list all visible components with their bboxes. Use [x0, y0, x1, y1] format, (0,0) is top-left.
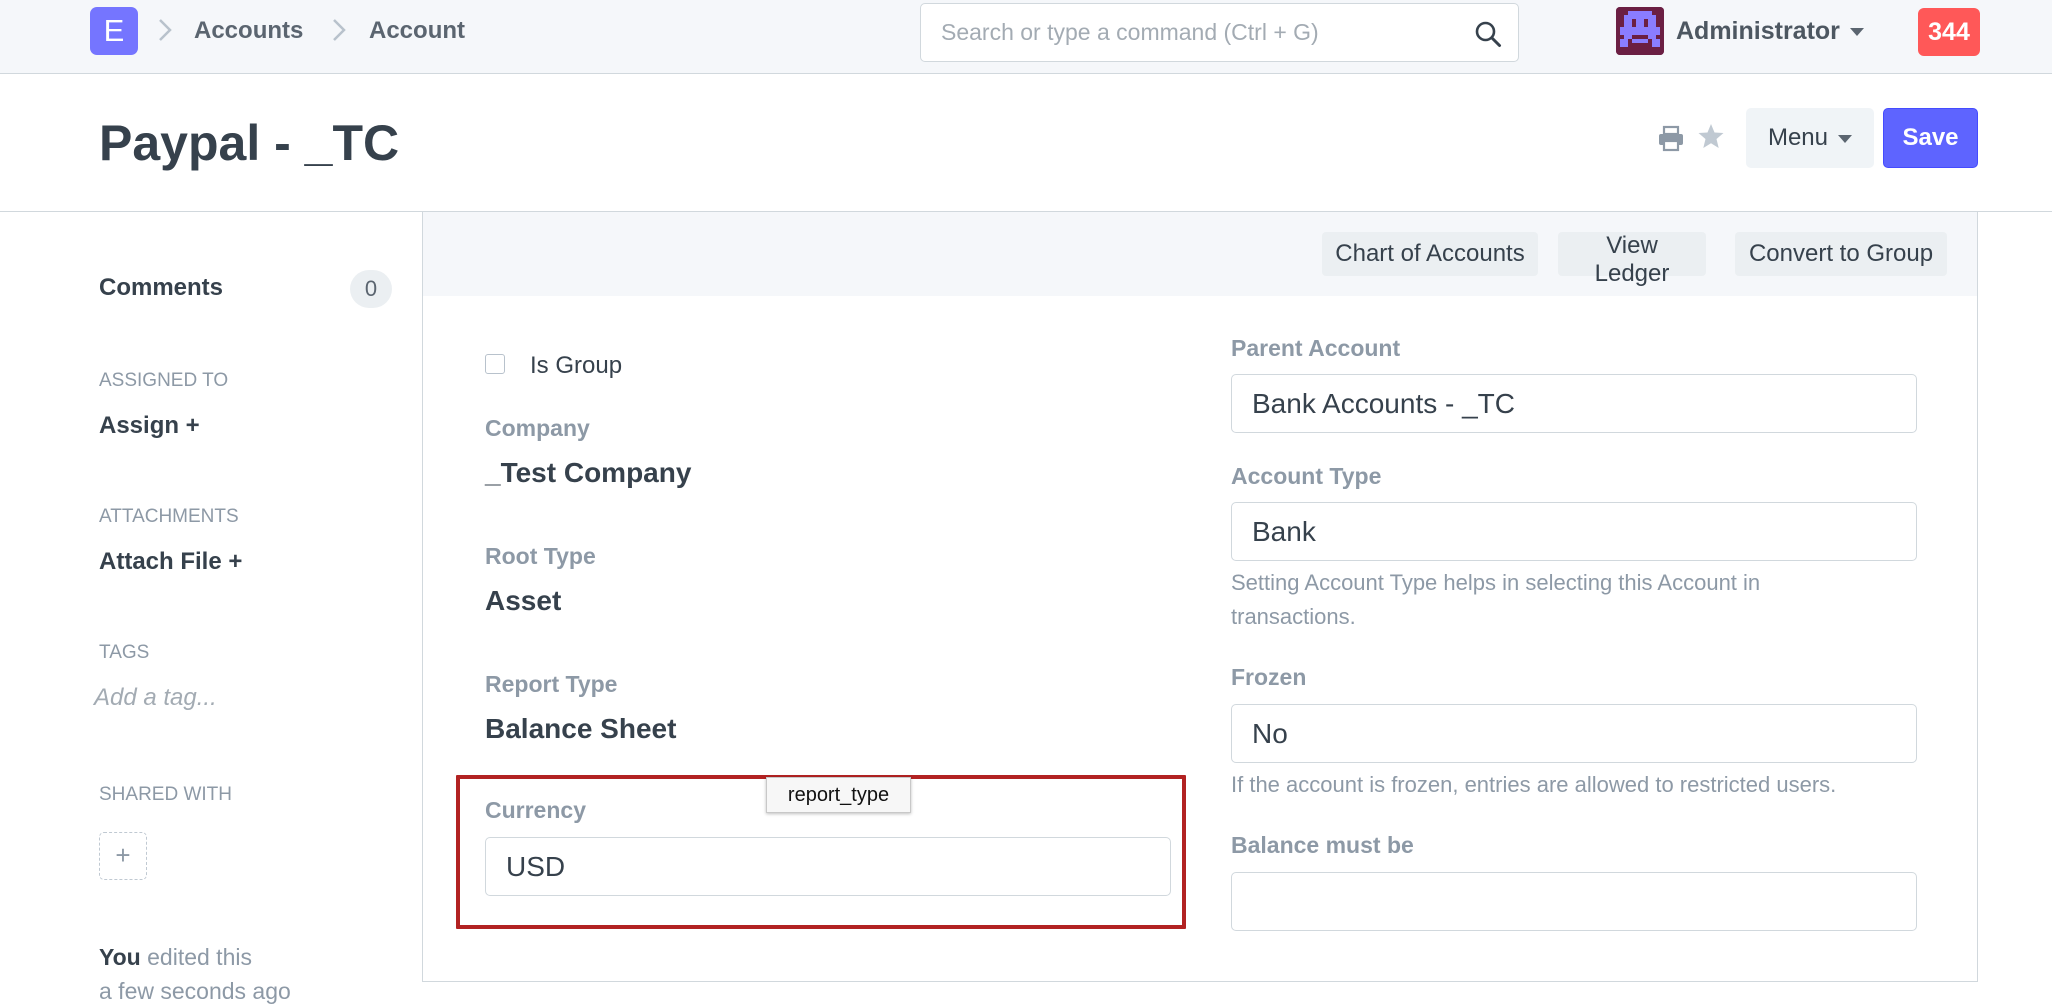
user-name: Administrator — [1676, 17, 1840, 45]
frozen-help: If the account is frozen, entries are al… — [1231, 772, 1837, 797]
breadcrumb-account[interactable]: Account — [369, 15, 465, 47]
star-icon[interactable] — [1697, 122, 1725, 150]
frozen-field[interactable] — [1231, 704, 1917, 763]
navbar: E Accounts Account Administr — [0, 0, 2052, 74]
save-button[interactable]: Save — [1883, 108, 1978, 168]
root-type-label: Root Type — [485, 543, 596, 569]
frozen-label: Frozen — [1231, 664, 1307, 690]
account-type-help: Setting Account Type helps in selecting … — [1231, 570, 1761, 629]
page-head: Paypal - _TC Menu Save — [0, 74, 2052, 212]
menu-button[interactable]: Menu — [1746, 108, 1874, 168]
caret-down-icon — [1838, 134, 1853, 143]
balance-must-be-field[interactable] — [1231, 872, 1917, 931]
shared-with-heading: SHARED WITH — [99, 784, 232, 805]
timeline-user: You — [99, 944, 141, 970]
company-label: Company — [485, 415, 590, 441]
comments-link[interactable]: Comments — [99, 274, 223, 302]
avatar-invader-icon — [1616, 7, 1664, 55]
chart-of-accounts-button[interactable]: Chart of Accounts — [1322, 232, 1538, 276]
print-icon[interactable] — [1657, 124, 1685, 152]
timeline-time: a few seconds ago — [99, 978, 291, 1004]
app-logo[interactable]: E — [90, 7, 138, 55]
currency-field[interactable] — [485, 837, 1171, 896]
view-ledger-button[interactable]: View Ledger — [1558, 232, 1706, 287]
chevron-right-icon — [333, 19, 346, 41]
report-type-label: Report Type — [485, 671, 618, 697]
comments-count-badge: 0 — [350, 270, 392, 308]
assign-button[interactable]: Assign + — [99, 412, 200, 440]
parent-account-field[interactable] — [1231, 374, 1917, 433]
add-tag-input[interactable]: Add a tag... — [94, 684, 217, 712]
caret-down-icon — [1849, 28, 1864, 37]
balance-must-be-label: Balance must be — [1231, 832, 1414, 858]
is-group-checkbox[interactable] — [485, 354, 505, 374]
menu-label: Menu — [1767, 124, 1829, 151]
tags-heading: TAGS — [99, 642, 150, 663]
field-tooltip: report_type — [766, 777, 911, 813]
assigned-to-heading: ASSIGNED TO — [99, 370, 229, 391]
search-box — [920, 3, 1519, 62]
form-panel: Chart of Accounts View Ledger Convert to… — [422, 212, 1978, 982]
account-type-label: Account Type — [1231, 463, 1382, 489]
company-value: _Test Company — [485, 457, 692, 488]
convert-to-group-button[interactable]: Convert to Group — [1735, 232, 1947, 276]
add-share-button[interactable]: + — [99, 832, 147, 880]
timeline-action: edited this — [140, 944, 252, 970]
attach-file-button[interactable]: Attach File + — [99, 548, 242, 576]
breadcrumb-accounts[interactable]: Accounts — [194, 15, 303, 47]
currency-label: Currency — [485, 797, 586, 823]
form-toolbar: Chart of Accounts View Ledger Convert to… — [423, 212, 1977, 296]
search-icon[interactable] — [1474, 20, 1502, 48]
is-group-label: Is Group — [530, 352, 623, 379]
notification-badge[interactable]: 344 — [1918, 8, 1980, 56]
page-title: Paypal - _TC — [99, 115, 400, 171]
account-type-field[interactable] — [1231, 502, 1917, 561]
attachments-heading: ATTACHMENTS — [99, 506, 239, 527]
search-input[interactable] — [941, 4, 1471, 60]
report-type-value: Balance Sheet — [485, 713, 677, 744]
user-menu[interactable]: Administrator — [1676, 15, 1864, 47]
root-type-value: Asset — [485, 585, 562, 616]
sidebar: Comments 0 ASSIGNED TO Assign + ATTACHME… — [0, 212, 420, 1008]
chevron-right-icon — [159, 19, 172, 41]
parent-account-label: Parent Account — [1231, 335, 1401, 361]
timeline-entry: You edited this a few seconds ago — [99, 940, 379, 1008]
avatar[interactable] — [1616, 7, 1664, 55]
